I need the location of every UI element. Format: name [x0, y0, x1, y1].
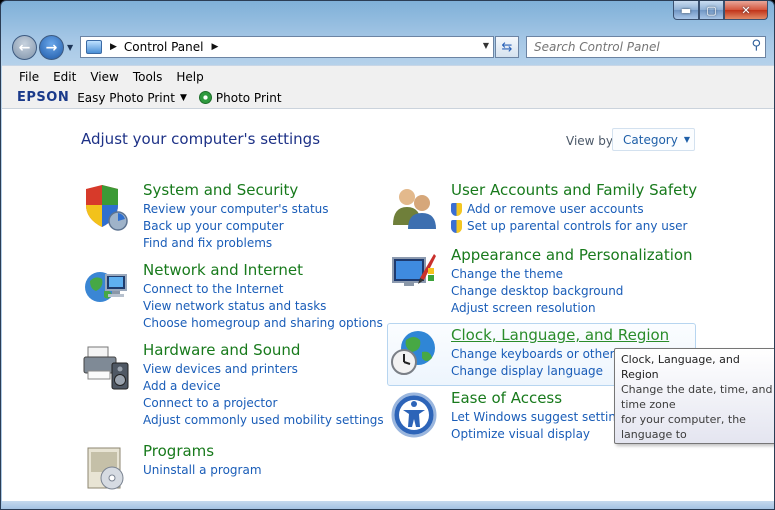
security-shield-icon	[86, 185, 128, 231]
search-input[interactable]	[534, 40, 744, 54]
uac-shield-link[interactable]: Set up parental controls for any user	[451, 218, 687, 235]
category-link[interactable]: Uninstall a program	[143, 462, 262, 479]
menu-bar: File Edit View Tools Help	[2, 65, 774, 87]
category-link[interactable]: Adjust commonly used mobility settings	[143, 412, 384, 429]
view-by-label: View by:	[566, 134, 617, 148]
category-title[interactable]: Hardware and Sound	[143, 341, 300, 359]
address-dropdown-icon[interactable]: ▼	[483, 41, 489, 50]
control-panel-window: ▬ ▢ ✕ ← → ▼ ▶ Control Panel ▶ ▼ ⇆ ⚲ File…	[0, 0, 775, 510]
photo-print-icon	[198, 91, 212, 104]
close-button[interactable]: ✕	[724, 1, 768, 20]
uac-shield-link[interactable]: Add or remove user accounts	[451, 201, 687, 218]
back-button[interactable]: ←	[12, 35, 37, 60]
category-link[interactable]: Review your computer's status	[143, 201, 329, 218]
category-link[interactable]: Optimize visual display	[451, 426, 630, 443]
programs-box-icon	[87, 447, 124, 490]
category-link[interactable]: Change desktop background	[451, 283, 623, 300]
photo-print-button[interactable]: Photo Print	[216, 91, 282, 105]
menu-help[interactable]: Help	[176, 70, 203, 84]
page-title: Adjust your computer's settings	[81, 130, 321, 148]
view-by-value: Category	[623, 132, 678, 147]
category-link[interactable]: Find and fix problems	[143, 235, 329, 252]
category-title[interactable]: Programs	[143, 442, 214, 460]
category-link[interactable]: Choose homegroup and sharing options	[143, 315, 383, 332]
category-title[interactable]: Clock, Language, and Region	[451, 326, 669, 344]
caption-buttons: ▬ ▢ ✕	[673, 1, 768, 20]
easy-photo-print-button[interactable]: Easy Photo Print	[77, 91, 175, 105]
easy-photo-print-dropdown-icon[interactable]: ▼	[180, 93, 187, 103]
maximize-icon: ▢	[706, 3, 717, 17]
tooltip-body: Change the date, time, and time zone for…	[621, 383, 773, 441]
category-link[interactable]: Connect to the Internet	[143, 281, 383, 298]
users-icon	[393, 189, 436, 229]
window-bottom-border	[2, 501, 774, 509]
breadcrumb-control-panel[interactable]: Control Panel	[124, 40, 204, 54]
category-title[interactable]: Ease of Access	[451, 389, 562, 407]
maximize-button[interactable]: ▢	[699, 1, 724, 20]
tooltip-title: Clock, Language, and Region	[621, 353, 740, 381]
category-link[interactable]: Add a device	[143, 378, 384, 395]
appearance-monitor-icon	[392, 254, 436, 286]
category-link[interactable]: Let Windows suggest settings	[451, 409, 630, 426]
refresh-button[interactable]: ⇆	[495, 36, 519, 58]
menu-tools[interactable]: Tools	[133, 70, 163, 84]
category-title[interactable]: System and Security	[143, 181, 298, 199]
navigation-row: ← → ▼ ▶ Control Panel ▶ ▼ ⇆ ⚲	[1, 31, 774, 63]
breadcrumb-separator-icon[interactable]: ▶	[110, 42, 117, 52]
refresh-icon: ⇆	[501, 39, 513, 55]
breadcrumb-separator-icon[interactable]: ▶	[212, 42, 219, 52]
minimize-icon: ▬	[680, 3, 692, 17]
epson-logo: EPSON	[17, 90, 70, 105]
menu-view[interactable]: View	[90, 70, 118, 84]
close-icon: ✕	[741, 3, 751, 17]
address-bar[interactable]: ▶ Control Panel ▶ ▼	[80, 36, 494, 58]
category-link[interactable]: View devices and printers	[143, 361, 384, 378]
network-globe-icon	[85, 272, 127, 302]
printer-speaker-icon	[83, 346, 129, 390]
menu-edit[interactable]: Edit	[53, 70, 76, 84]
category-link[interactable]: Connect to a projector	[143, 395, 384, 412]
menu-file[interactable]: File	[19, 70, 39, 84]
chevron-down-icon: ▼	[683, 135, 690, 144]
category-title[interactable]: Network and Internet	[143, 261, 303, 279]
search-icon[interactable]: ⚲	[751, 38, 761, 53]
minimize-button[interactable]: ▬	[673, 1, 699, 20]
forward-arrow-icon: →	[45, 39, 58, 56]
view-by-dropdown[interactable]: Category ▼	[612, 128, 695, 151]
back-arrow-icon: ←	[18, 39, 31, 56]
category-title[interactable]: Appearance and Personalization	[451, 246, 693, 264]
forward-button[interactable]: →	[39, 35, 64, 60]
category-link[interactable]: Change the theme	[451, 266, 623, 283]
category-tooltip: Clock, Language, and Region Change the d…	[614, 348, 774, 444]
clock-globe-icon	[391, 331, 435, 375]
category-link[interactable]: Back up your computer	[143, 218, 329, 235]
category-link[interactable]: View network status and tasks	[143, 298, 383, 315]
ease-of-access-icon	[391, 392, 437, 438]
category-link[interactable]: Adjust screen resolution	[451, 300, 623, 317]
epson-toolbar: EPSON Easy Photo Print ▼ Photo Print	[2, 87, 774, 109]
search-box: ⚲	[526, 36, 766, 58]
recent-pages-dropdown[interactable]: ▼	[67, 43, 73, 52]
control-panel-icon	[86, 40, 102, 54]
category-title[interactable]: User Accounts and Family Safety	[451, 181, 697, 199]
